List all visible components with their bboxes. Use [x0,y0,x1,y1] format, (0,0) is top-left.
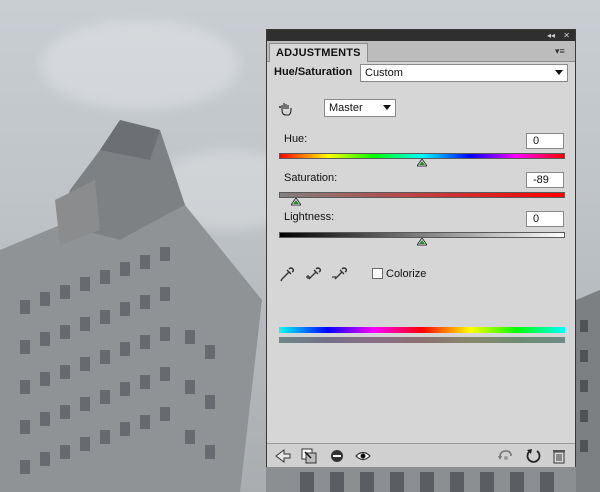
panel-tab-row: ADJUSTMENTS ▾≡ [267,41,575,62]
colorize-label: Colorize [386,268,427,280]
preset-select[interactable]: Custom [360,64,568,82]
adjustment-title: Hue/Saturation [274,66,353,78]
back-arrow-icon[interactable] [275,448,291,464]
visibility-layer-icon[interactable] [329,448,345,464]
clip-to-layer-icon[interactable] [301,448,317,464]
hue-input[interactable]: 0 [526,133,564,149]
eyedropper-icon[interactable] [279,266,295,282]
input-color-bar [279,327,565,333]
panel-titlebar: ◂◂ ✕ [267,30,575,41]
colorize-checkbox[interactable] [372,268,383,279]
eyedropper-plus-icon[interactable] [305,266,321,282]
adjustments-panel: ◂◂ ✕ ADJUSTMENTS ▾≡ Hue/Saturation Custo… [266,29,576,467]
hue-label: Hue: [284,133,308,145]
channel-select[interactable]: Master [324,99,396,117]
saturation-input[interactable]: -89 [526,172,564,188]
panel-footer [267,443,575,467]
channel-select-value: Master [329,102,363,114]
tab-adjustments[interactable]: ADJUSTMENTS [269,43,368,62]
close-icon[interactable]: ✕ [563,30,570,41]
output-color-bar [279,337,565,343]
saturation-label: Saturation: [284,172,338,184]
collapse-icon[interactable]: ◂◂ [547,30,555,41]
panel-menu-icon[interactable]: ▾≡ [555,45,569,57]
view-previous-icon[interactable] [497,448,513,464]
lightness-label: Lightness: [284,211,335,223]
targeted-adjustment-hand-icon[interactable] [279,102,293,116]
eyedropper-minus-icon[interactable] [331,266,347,282]
reset-icon[interactable] [525,448,541,464]
trash-icon[interactable] [551,448,567,464]
preset-select-value: Custom [365,67,403,79]
chevron-down-icon [383,105,391,110]
eye-icon[interactable] [355,448,371,464]
saturation-slider-track[interactable] [279,192,565,198]
chevron-down-icon [555,70,563,75]
lightness-input[interactable]: 0 [526,211,564,227]
